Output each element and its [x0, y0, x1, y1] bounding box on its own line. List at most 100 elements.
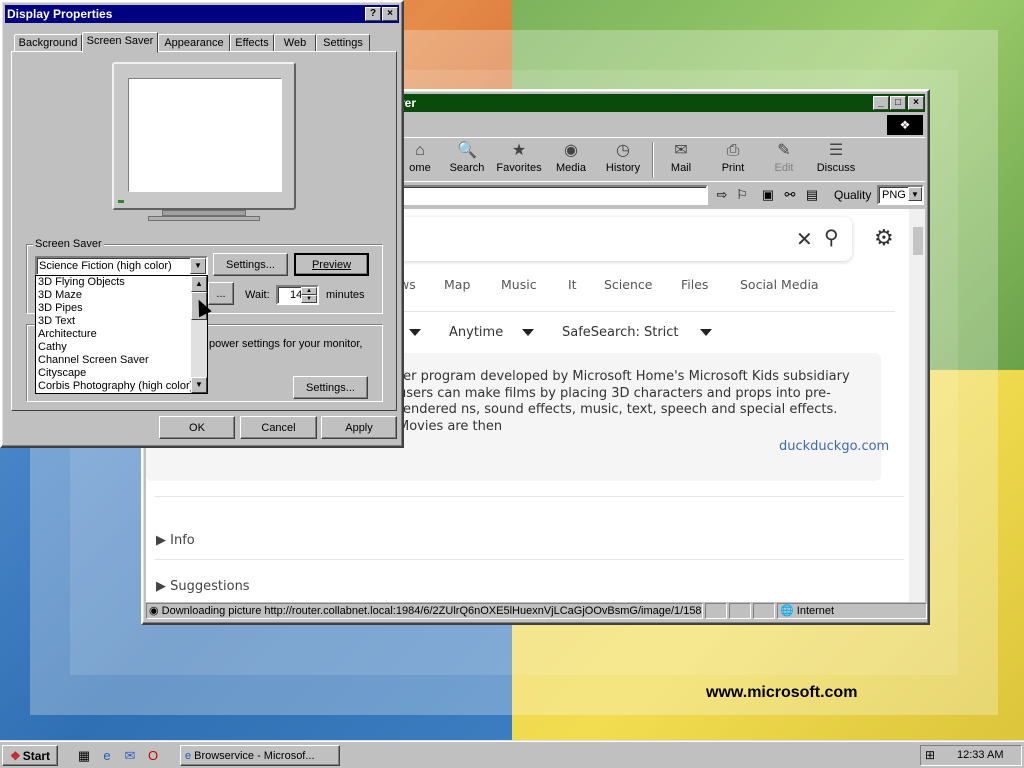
list-item[interactable]: Channel Screen Saver	[36, 354, 207, 367]
system-tray: ⊞ 12:33 AM	[920, 745, 1022, 766]
tab-files[interactable]: Files	[681, 277, 708, 292]
history-button[interactable]: ◷ History	[597, 140, 649, 180]
chevron-down-icon[interactable]	[522, 329, 534, 336]
list-item[interactable]: Corbis Photography (high color)	[36, 380, 207, 393]
status-bar: ◉ Downloading picture http://router.coll…	[146, 602, 927, 620]
internet-explorer-icon: e	[185, 749, 192, 762]
tab-it[interactable]: It	[568, 277, 577, 292]
triangle-right-icon: ▶	[156, 533, 171, 548]
binoculars-icon[interactable]: ⚯	[782, 187, 798, 203]
down-arrow-icon[interactable]: ▼	[301, 295, 317, 303]
outlook-icon[interactable]: ✉	[121, 747, 139, 765]
internet-explorer-icon[interactable]: e	[98, 747, 116, 765]
result-source-link[interactable]: duckduckgo.com	[779, 439, 889, 454]
content-scrollbar[interactable]	[909, 209, 925, 602]
scroll-down-icon[interactable]: ▼	[191, 377, 207, 393]
mail-button[interactable]: ✉ Mail	[655, 140, 707, 180]
tab-web[interactable]: Web	[274, 34, 316, 52]
dropdown-scrollbar[interactable]: ▲ ▼	[191, 276, 207, 393]
apply-button[interactable]: Apply	[321, 416, 397, 439]
clock[interactable]: 12:33 AM	[957, 749, 1003, 761]
screen-saver-select[interactable]: Science Fiction (high color) ▼	[35, 256, 208, 276]
discuss-button[interactable]: ☰ Discuss	[810, 140, 862, 180]
close-button[interactable]: ×	[382, 7, 398, 21]
go-arrow-icon[interactable]: ⇨	[714, 187, 730, 203]
tab-map[interactable]: Map	[444, 277, 470, 292]
chevron-down-icon[interactable]: ▼	[908, 187, 922, 201]
opera-icon[interactable]: O	[144, 747, 162, 765]
scroll-up-icon[interactable]: ▲	[191, 276, 207, 292]
bookmark-icon[interactable]: ⚐	[734, 187, 750, 203]
favorites-button[interactable]: ★ Favorites	[493, 140, 545, 180]
quality-select[interactable]: PNG ▼	[877, 185, 924, 205]
search-button[interactable]: 🔍 Search	[441, 140, 493, 180]
preview-button[interactable]: Preview	[294, 253, 369, 276]
dialog-title: Display Properties	[7, 7, 113, 21]
list-item[interactable]: Cityscape	[36, 367, 207, 380]
tab-settings[interactable]: Settings	[316, 34, 370, 52]
edit-icon: ✎	[777, 142, 791, 159]
suggestions-section[interactable]: ▶ Suggestions	[156, 579, 250, 594]
close-button[interactable]: ×	[908, 96, 924, 110]
ok-button[interactable]: OK	[159, 416, 235, 439]
help-button[interactable]: ?	[365, 7, 381, 21]
edit-button[interactable]: ✎ Edit	[758, 140, 810, 180]
tab-social-media[interactable]: Social Media	[740, 277, 819, 292]
cancel-button[interactable]: Cancel	[240, 416, 317, 439]
wait-stepper[interactable]: 14 ▲ ▼	[276, 285, 319, 305]
power-settings-button[interactable]: Settings...	[293, 376, 368, 399]
toolbar-separator	[652, 142, 654, 178]
mail-icon: ✉	[674, 142, 688, 159]
safesearch-filter[interactable]: SafeSearch: Strict	[562, 325, 679, 340]
tab-appearance[interactable]: Appearance	[158, 34, 230, 52]
list-item[interactable]: 3D Maze	[36, 289, 207, 302]
time-filter[interactable]: Anytime	[449, 325, 503, 340]
up-arrow-icon[interactable]: ▲	[301, 287, 317, 295]
tab-screen-saver[interactable]: Screen Saver	[82, 32, 158, 53]
tab-background[interactable]: Background	[14, 34, 82, 52]
group-label: Screen Saver	[33, 238, 104, 250]
taskbar: ❖ Start ▦ e ✉ O e Browservice - Microsof..…	[0, 740, 1024, 768]
monitor-screen	[128, 78, 282, 192]
clipboard-icon[interactable]: ▤	[804, 187, 820, 203]
password-button[interactable]: ...	[208, 282, 234, 305]
gear-icon[interactable]: ⚙	[874, 225, 894, 251]
chevron-down-icon[interactable]: ▼	[190, 258, 206, 274]
taskbar-browser-button[interactable]: e Browservice - Microsof...	[180, 745, 340, 766]
info-section[interactable]: ▶ Info	[156, 533, 195, 548]
network-icon[interactable]: ⊞	[925, 748, 935, 762]
tab-science[interactable]: Science	[604, 277, 652, 292]
quality-label: Quality	[834, 188, 872, 202]
wait-label: Wait:	[245, 289, 270, 301]
wallpaper-url: www.microsoft.com	[706, 684, 858, 701]
start-button[interactable]: ❖ Start	[2, 745, 58, 766]
windows-logo-icon: ❖	[887, 115, 923, 135]
globe-icon: 🌐	[780, 605, 797, 617]
list-item[interactable]: 3D Text	[36, 315, 207, 328]
close-icon[interactable]: ✕	[796, 227, 813, 252]
discuss-icon: ☰	[828, 142, 844, 159]
print-button[interactable]: ⎙ Print	[707, 140, 759, 180]
scroll-thumb[interactable]	[913, 227, 923, 255]
chevron-down-icon[interactable]	[409, 329, 421, 336]
status-cell	[705, 603, 727, 619]
show-desktop-icon[interactable]: ▦	[75, 747, 93, 765]
tab-music[interactable]: Music	[501, 277, 537, 292]
chevron-down-icon[interactable]	[700, 329, 712, 336]
list-item[interactable]: 3D Pipes	[36, 302, 207, 315]
dialog-titlebar[interactable]: Display Properties ? ×	[5, 5, 399, 23]
media-button[interactable]: ◉ Media	[545, 140, 597, 180]
page-icon[interactable]: ▣	[760, 187, 776, 203]
settings-button[interactable]: Settings...	[213, 253, 288, 276]
page-loading-icon: ◉	[149, 605, 162, 617]
list-item[interactable]: Cathy	[36, 341, 207, 354]
screen-saver-dropdown-list[interactable]: 3D Flying Objects 3D Maze 3D Pipes 3D Te…	[35, 275, 208, 394]
tab-effects[interactable]: Effects	[230, 34, 274, 52]
maximize-button[interactable]: □	[890, 96, 906, 110]
favorites-icon: ★	[511, 142, 527, 159]
list-item[interactable]: 3D Flying Objects	[36, 276, 207, 289]
minimize-button[interactable]: _	[873, 96, 889, 110]
list-item[interactable]: Architecture	[36, 328, 207, 341]
status-cell	[753, 603, 775, 619]
search-icon[interactable]: ⚲	[824, 225, 839, 250]
